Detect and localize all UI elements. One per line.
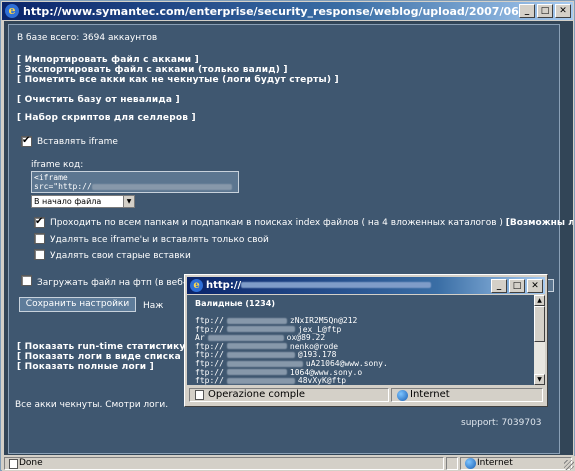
redacted-host bbox=[207, 334, 284, 341]
account-line: ftp://48vXyK@ftp bbox=[195, 376, 347, 385]
popup-title-bar[interactable]: e http:// _ □ ✕ bbox=[187, 277, 545, 294]
save-settings-button[interactable]: Сохранить настройки bbox=[19, 297, 136, 312]
window-title: http://www.symantec.com/enterprise/secur… bbox=[23, 4, 519, 18]
redacted-host bbox=[226, 360, 303, 367]
popup-content: Валидные (1234) ftp://zNxIR2M5Qn@212 ftp:… bbox=[187, 295, 534, 385]
scan-folders-checkbox[interactable] bbox=[34, 216, 45, 228]
runtime-stats-link[interactable]: [ Показать run-time статистику ] bbox=[17, 342, 193, 352]
minimize-button[interactable]: _ bbox=[519, 4, 535, 18]
position-select[interactable]: В начало файла ▼ bbox=[31, 195, 135, 208]
insert-iframe-checkbox[interactable] bbox=[21, 135, 32, 147]
popup-close-button[interactable]: ✕ bbox=[527, 278, 543, 293]
scroll-thumb[interactable] bbox=[534, 306, 545, 342]
popup-title: http:// bbox=[206, 280, 491, 291]
iframe-code-label: iframe код: bbox=[31, 160, 84, 170]
chevron-down-icon[interactable]: ▼ bbox=[123, 196, 134, 207]
status-text: Done bbox=[4, 457, 444, 470]
globe-icon bbox=[397, 390, 408, 401]
redacted-host bbox=[226, 317, 287, 324]
redacted-host bbox=[226, 351, 295, 358]
title-bar[interactable]: e http://www.symantec.com/enterprise/sec… bbox=[2, 2, 573, 20]
iframe-code-field[interactable]: <iframe src="http:// bbox=[31, 171, 239, 193]
scan-folders-label: Проходить по всем папкам и подпапкам в п… bbox=[50, 218, 573, 228]
popup-status-bar: Operazione comple Internet bbox=[187, 386, 545, 404]
support-id: support: 7039703 bbox=[461, 418, 542, 428]
redacted-host bbox=[226, 326, 295, 333]
remove-iframes-checkbox[interactable] bbox=[34, 233, 45, 244]
status-bar: Done Internet bbox=[2, 456, 575, 471]
close-button[interactable]: ✕ bbox=[555, 4, 571, 18]
status-zone: Internet bbox=[460, 457, 572, 470]
seller-scripts-link[interactable]: [ Набор скриптов для селлеров ] bbox=[17, 113, 196, 123]
remove-old-checkbox[interactable] bbox=[34, 249, 45, 260]
mark-unchecked-link[interactable]: [ Пометить все акки как не чекнутые (лог… bbox=[17, 75, 339, 85]
iframe-code-line1: <iframe bbox=[34, 173, 68, 182]
browser-window: e http://www.symantec.com/enterprise/sec… bbox=[0, 0, 575, 471]
ftp-upload-checkbox[interactable] bbox=[21, 275, 32, 286]
popup-minimize-button[interactable]: _ bbox=[491, 278, 507, 293]
popup-zone: Internet bbox=[391, 388, 543, 402]
all-checked-message: Все акки чекнуты. Смотри логи. bbox=[15, 400, 169, 410]
lags-link[interactable]: [Возможны лаги] bbox=[506, 218, 573, 228]
insert-iframe-label: Вставлять iframe bbox=[37, 137, 118, 147]
redacted-host bbox=[226, 343, 287, 350]
status-cell-1 bbox=[446, 457, 458, 470]
iframe-code-line2: src="http:// bbox=[34, 182, 92, 191]
popup-scrollbar[interactable]: ▲ ▼ bbox=[534, 295, 545, 385]
ftp-upload-label: Загружать файл на фтп (в веб-дир bbox=[37, 278, 204, 288]
import-link[interactable]: [ Импортировать файл с акками ] bbox=[17, 55, 199, 65]
scroll-down-icon[interactable]: ▼ bbox=[534, 374, 545, 385]
resize-grip[interactable] bbox=[564, 460, 574, 470]
redacted-host bbox=[226, 377, 295, 384]
logs-list-link[interactable]: [ Показать логи в виде списка ] bbox=[17, 352, 189, 362]
maximize-button[interactable]: □ bbox=[537, 4, 553, 18]
ie-logo-icon: e bbox=[5, 4, 19, 18]
clear-invalid-link[interactable]: [ Очистить базу от невалида ] bbox=[17, 95, 180, 105]
redacted-url bbox=[91, 183, 232, 190]
remove-old-label: Удалять свои старые вставки bbox=[50, 251, 191, 261]
scroll-up-icon[interactable]: ▲ bbox=[534, 295, 545, 306]
position-select-value: В начало файла bbox=[34, 197, 102, 206]
popup-status-text: Operazione comple bbox=[189, 388, 389, 402]
full-logs-link[interactable]: [ Показать полные логи ] bbox=[17, 362, 154, 372]
save-hint: Наж bbox=[143, 301, 164, 311]
page-icon bbox=[195, 390, 204, 400]
page-icon bbox=[9, 459, 18, 469]
redacted-host bbox=[226, 369, 287, 376]
remove-iframes-label: Удалять все iframe'ы и вставлять только … bbox=[50, 235, 269, 245]
popup-window: e http:// _ □ ✕ Валидные (1234) ftp://zN… bbox=[184, 274, 548, 407]
ie-logo-icon: e bbox=[190, 279, 203, 292]
export-link[interactable]: [ Экспортировать файл с акками (только в… bbox=[17, 65, 288, 75]
redacted-popup-url bbox=[241, 282, 432, 288]
popup-maximize-button[interactable]: □ bbox=[509, 278, 525, 293]
account-count: В базе всего: 3694 аккаунтов bbox=[17, 33, 158, 43]
valid-accounts-header: Валидные (1234) bbox=[195, 299, 275, 308]
globe-icon bbox=[465, 458, 476, 469]
